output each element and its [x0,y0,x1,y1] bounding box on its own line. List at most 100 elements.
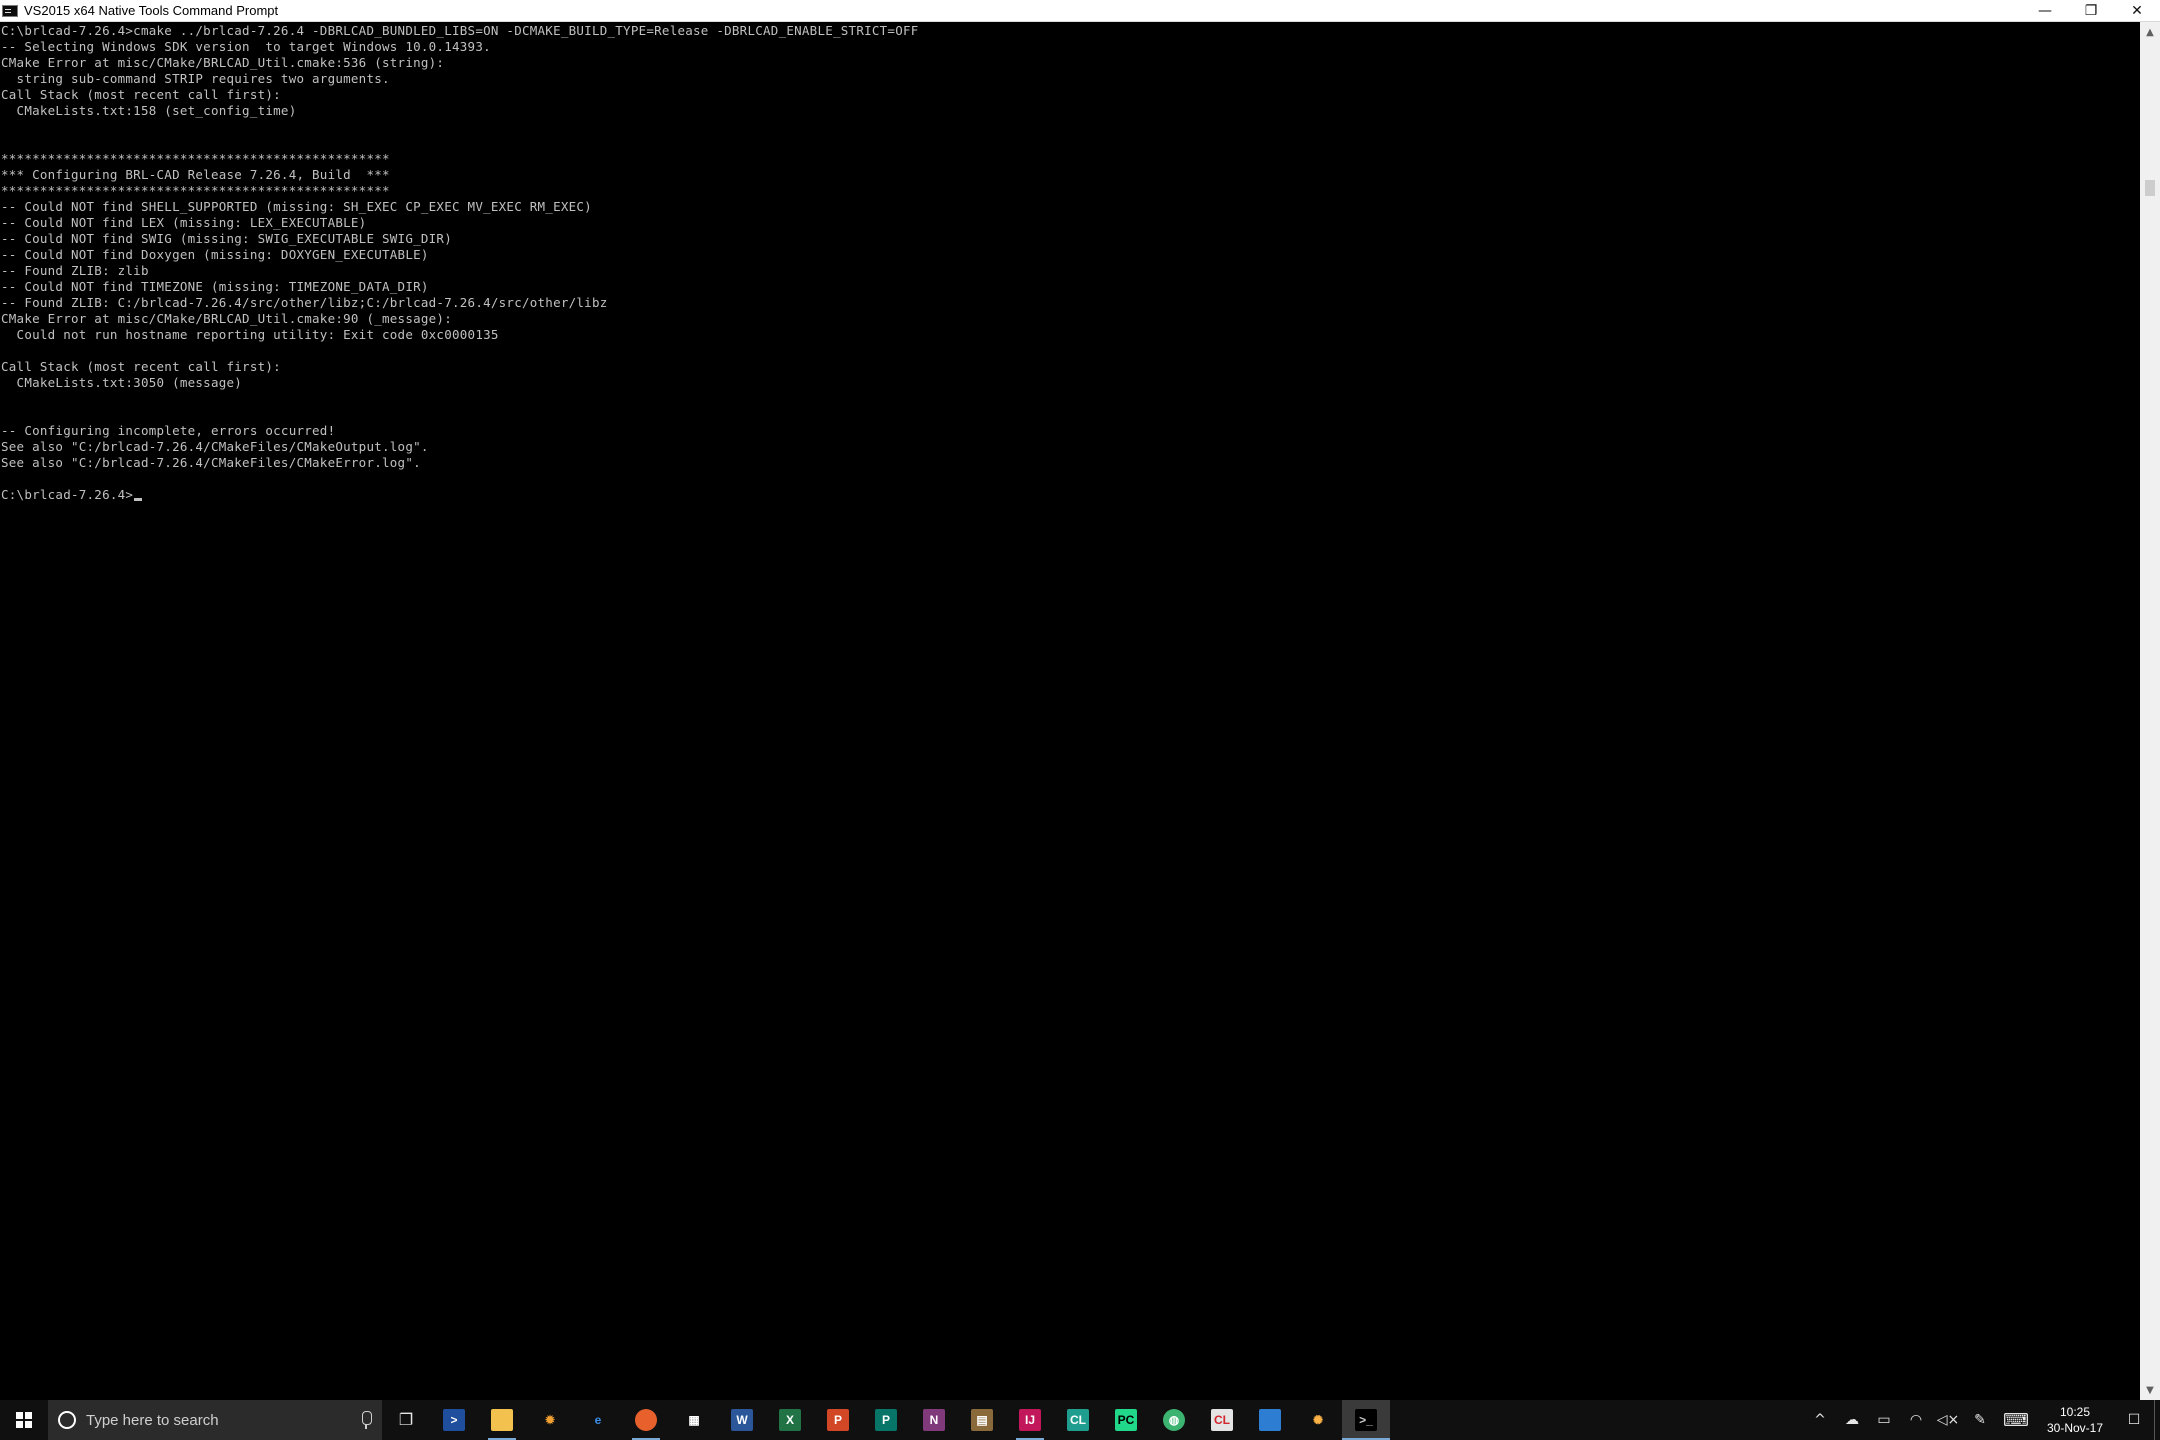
command-prompt-icon: >_ [1355,1409,1377,1431]
word-icon: W [731,1409,753,1431]
console-line: -- Could NOT find SHELL_SUPPORTED (missi… [1,199,592,214]
search-input[interactable] [86,1411,346,1429]
scroll-down-arrow-icon[interactable]: ▼ [2140,1380,2160,1400]
show-desktop-button[interactable] [2154,1400,2160,1440]
minimize-button[interactable]: — [2022,0,2068,22]
console-line: See also "C:/brlcad-7.26.4/CMakeFiles/CM… [1,439,429,454]
console-line: Call Stack (most recent call first): [1,87,281,102]
console-line: CMake Error at misc/CMake/BRLCAD_Util.cm… [1,55,445,70]
pycharm-icon: PC [1115,1409,1137,1431]
powerpoint-icon: P [827,1409,849,1431]
console-prompt-line: C:\brlcad-7.26.4> [1,487,2140,503]
taskbar-app-pycharm[interactable]: PC [1102,1400,1150,1440]
console-line: ****************************************… [1,183,390,198]
taskbar-app-powerpoint[interactable]: P [814,1400,862,1440]
microphone-icon[interactable] [362,1411,372,1429]
taskbar-app-excel[interactable]: X [766,1400,814,1440]
intellij-icon: IJ [1019,1409,1041,1431]
battery-icon[interactable]: ▭ [1868,1400,1900,1440]
publisher-icon: P [875,1409,897,1431]
taskbar-app-globe-app[interactable]: ◍ [1150,1400,1198,1440]
task-view-icon: ❐ [398,1412,414,1429]
console-line: See also "C:/brlcad-7.26.4/CMakeFiles/CM… [1,455,421,470]
archive-app-icon: ▤ [971,1409,993,1431]
onenote-icon: N [923,1409,945,1431]
close-button[interactable]: ✕ [2114,0,2160,22]
cortana-search-icon [58,1411,76,1429]
console-lines: C:\brlcad-7.26.4>cmake ../brlcad-7.26.4 … [1,23,2140,487]
file-explorer-icon [491,1409,513,1431]
taskbar-app-settings-sun-app[interactable]: ✺ [1294,1400,1342,1440]
volume-muted-icon[interactable]: ◁× [1932,1400,1964,1440]
taskbar-app-window-app[interactable] [1246,1400,1294,1440]
console-line: Could not run hostname reporting utility… [1,327,499,342]
window-controls: — ❐ ✕ [2022,0,2160,22]
touch-keyboard-icon[interactable]: ⌨ [1996,1400,2036,1440]
task-view-button[interactable]: ❐ [382,1400,430,1440]
console-line: ****************************************… [1,151,390,166]
clock-date: 30-Nov-17 [2046,1421,2104,1435]
console-line: Call Stack (most recent call first): [1,359,281,374]
taskbar-app-sun-app[interactable]: ✹ [526,1400,574,1440]
console-line: -- Could NOT find LEX (missing: LEX_EXEC… [1,215,367,230]
console-prompt: C:\brlcad-7.26.4> [1,487,134,502]
taskbar-search-box[interactable] [48,1400,382,1440]
taskbar-app-word[interactable]: W [718,1400,766,1440]
store-icon: ▦ [688,1413,700,1427]
taskbar-app-intellij[interactable]: IJ [1006,1400,1054,1440]
taskbar-app-edge[interactable]: e [574,1400,622,1440]
taskbar-app-archive-app[interactable]: ▤ [958,1400,1006,1440]
console-line: -- Could NOT find SWIG (missing: SWIG_EX… [1,231,452,246]
powershell-icon: > [443,1409,465,1431]
console-line: CMake Error at misc/CMake/BRLCAD_Util.cm… [1,311,452,326]
window-title: VS2015 x64 Native Tools Command Prompt [24,3,279,18]
console-line: string sub-command STRIP requires two ar… [1,71,390,86]
system-tray: ^ ☁ ▭ ◠ ◁× ✎ ⌨ 10:25 30-Nov-17 ☐ [1804,1400,2160,1440]
taskbar-pinned-apps: > ✹ e ▦ W X P P N ▤ IJ CL PC ◍ CL ✺ >_ [430,1400,1390,1440]
scroll-thumb[interactable] [2145,180,2155,196]
console-line: -- Configuring incomplete, errors occurr… [1,423,336,438]
onedrive-cloud-icon[interactable]: ☁ [1836,1400,1868,1440]
console-line: -- Found ZLIB: C:/brlcad-7.26.4/src/othe… [1,295,608,310]
taskbar-app-store[interactable]: ▦ [670,1400,718,1440]
action-center-notification-icon[interactable]: ☐ [2114,1400,2154,1440]
taskbar-app-command-prompt[interactable]: >_ [1342,1400,1390,1440]
console-line: -- Could NOT find Doxygen (missing: DOXY… [1,247,429,262]
console-line: CMakeLists.txt:158 (set_config_time) [1,103,297,118]
wifi-icon[interactable]: ◠ [1900,1400,1932,1440]
taskbar-app-firefox[interactable] [622,1400,670,1440]
taskbar-app-publisher[interactable]: P [862,1400,910,1440]
globe-app-icon: ◍ [1163,1409,1185,1431]
excel-icon: X [779,1409,801,1431]
taskbar-app-powershell[interactable]: > [430,1400,478,1440]
pen-workspace-icon[interactable]: ✎ [1964,1400,1996,1440]
console-output[interactable]: C:\brlcad-7.26.4>cmake ../brlcad-7.26.4 … [0,22,2140,1400]
scroll-up-arrow-icon[interactable]: ▲ [2140,22,2160,42]
taskbar-app-onenote[interactable]: N [910,1400,958,1440]
console-line: C:\brlcad-7.26.4>cmake ../brlcad-7.26.4 … [1,23,919,38]
console-line: CMakeLists.txt:3050 (message) [1,375,243,390]
taskbar-app-cl-app[interactable]: CL [1198,1400,1246,1440]
taskbar-app-clion[interactable]: CL [1054,1400,1102,1440]
start-button[interactable] [0,1400,48,1440]
show-hidden-icons-chevron-icon[interactable]: ^ [1804,1400,1836,1440]
title-bar[interactable]: VS2015 x64 Native Tools Command Prompt —… [0,0,2160,22]
clion-icon: CL [1067,1409,1089,1431]
console-line: *** Configuring BRL-CAD Release 7.26.4, … [1,167,390,182]
clock-time: 10:25 [2059,1405,2091,1419]
taskbar-app-file-explorer[interactable] [478,1400,526,1440]
taskbar-clock[interactable]: 10:25 30-Nov-17 [2036,1400,2114,1440]
window-app-icon [1259,1409,1281,1431]
cl-app-icon: CL [1211,1409,1233,1431]
windows-logo-icon [16,1412,32,1428]
vertical-scrollbar[interactable]: ▲ ▼ [2140,22,2160,1400]
restore-button[interactable]: ❐ [2068,0,2114,22]
sun-app-icon: ✹ [544,1413,556,1427]
settings-sun-app-icon: ✺ [1312,1413,1324,1427]
